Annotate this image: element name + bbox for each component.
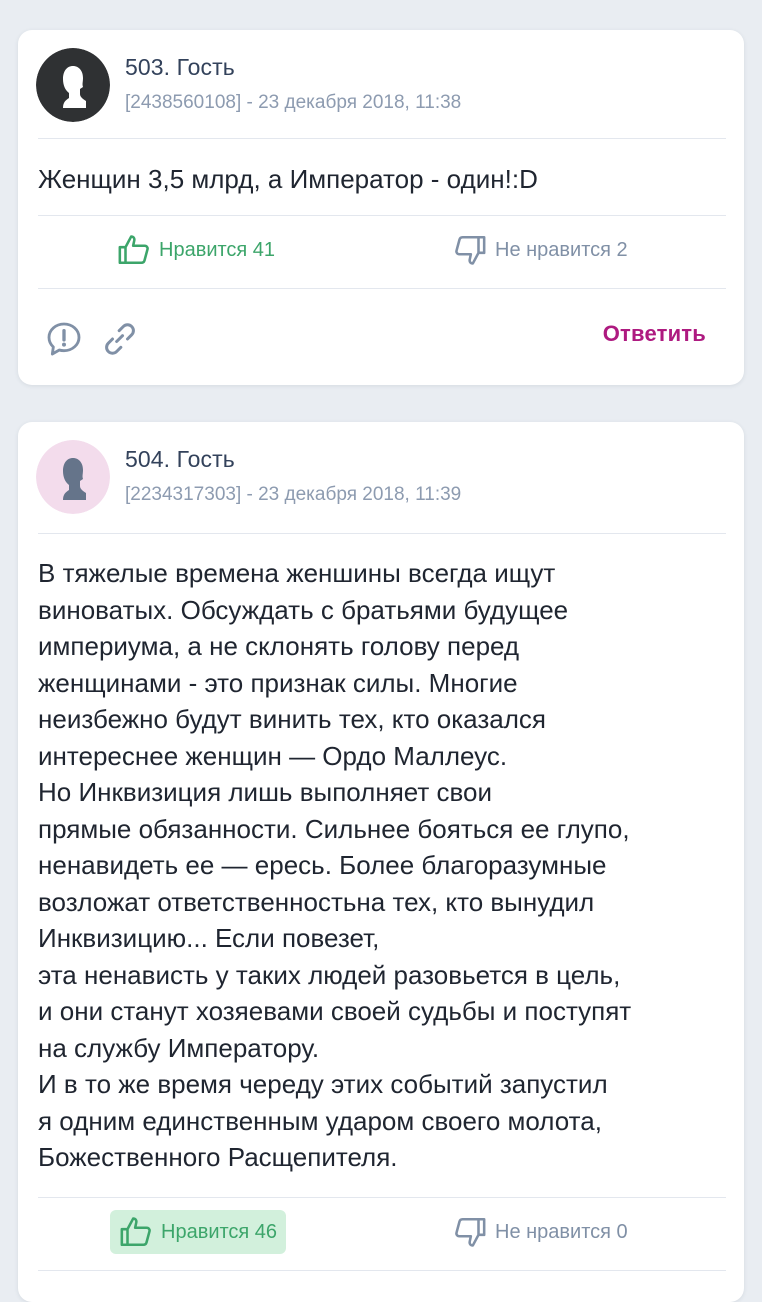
comment-author[interactable]: 504. Гость (125, 446, 235, 473)
divider (38, 215, 726, 216)
thumbs-down-icon (455, 1217, 486, 1247)
user-silhouette-icon (36, 440, 110, 514)
thumbs-up-icon (120, 1217, 151, 1247)
dislike-count: Не нравится 0 (495, 1220, 628, 1243)
divider (38, 1197, 726, 1198)
comment-meta: [2234317303] - 23 декабря 2018, 11:39 (125, 484, 462, 505)
dislike-button[interactable]: Не нравится 2 (444, 228, 637, 272)
divider (38, 288, 726, 289)
thumbs-up-icon (118, 235, 149, 265)
comment-card-504: 504. Гость [2234317303] - 23 декабря 201… (18, 422, 744, 1302)
like-count: Нравится 41 (159, 238, 276, 261)
user-silhouette-icon (36, 48, 110, 122)
divider (38, 1270, 726, 1271)
divider (38, 138, 726, 139)
reply-button[interactable]: Ответить (603, 321, 706, 347)
comment-meta: [2438560108] - 23 декабря 2018, 11:38 (125, 92, 462, 113)
like-button[interactable]: Нравится 46 (110, 1210, 287, 1254)
dislike-button[interactable]: Не нравится 0 (444, 1210, 637, 1254)
report-icon[interactable] (44, 319, 84, 359)
like-button[interactable]: Нравится 41 (108, 228, 284, 272)
user-avatar[interactable] (36, 440, 110, 514)
dislike-count: Не нравится 2 (495, 238, 628, 261)
like-count: Нравится 46 (161, 1220, 278, 1243)
comment-text: В тяжелые времена женшины всегда ищут ви… (38, 558, 632, 1172)
comment-author[interactable]: 503. Гость (125, 54, 235, 81)
thumbs-down-icon (455, 235, 486, 265)
comment-card-503: 503. Гость [2438560108] - 23 декабря 201… (18, 30, 744, 385)
link-icon[interactable] (100, 319, 140, 359)
user-avatar[interactable] (36, 48, 110, 122)
divider (38, 533, 726, 534)
comment-text: Женщин 3,5 млрд, а Император - один!:D (38, 164, 538, 194)
